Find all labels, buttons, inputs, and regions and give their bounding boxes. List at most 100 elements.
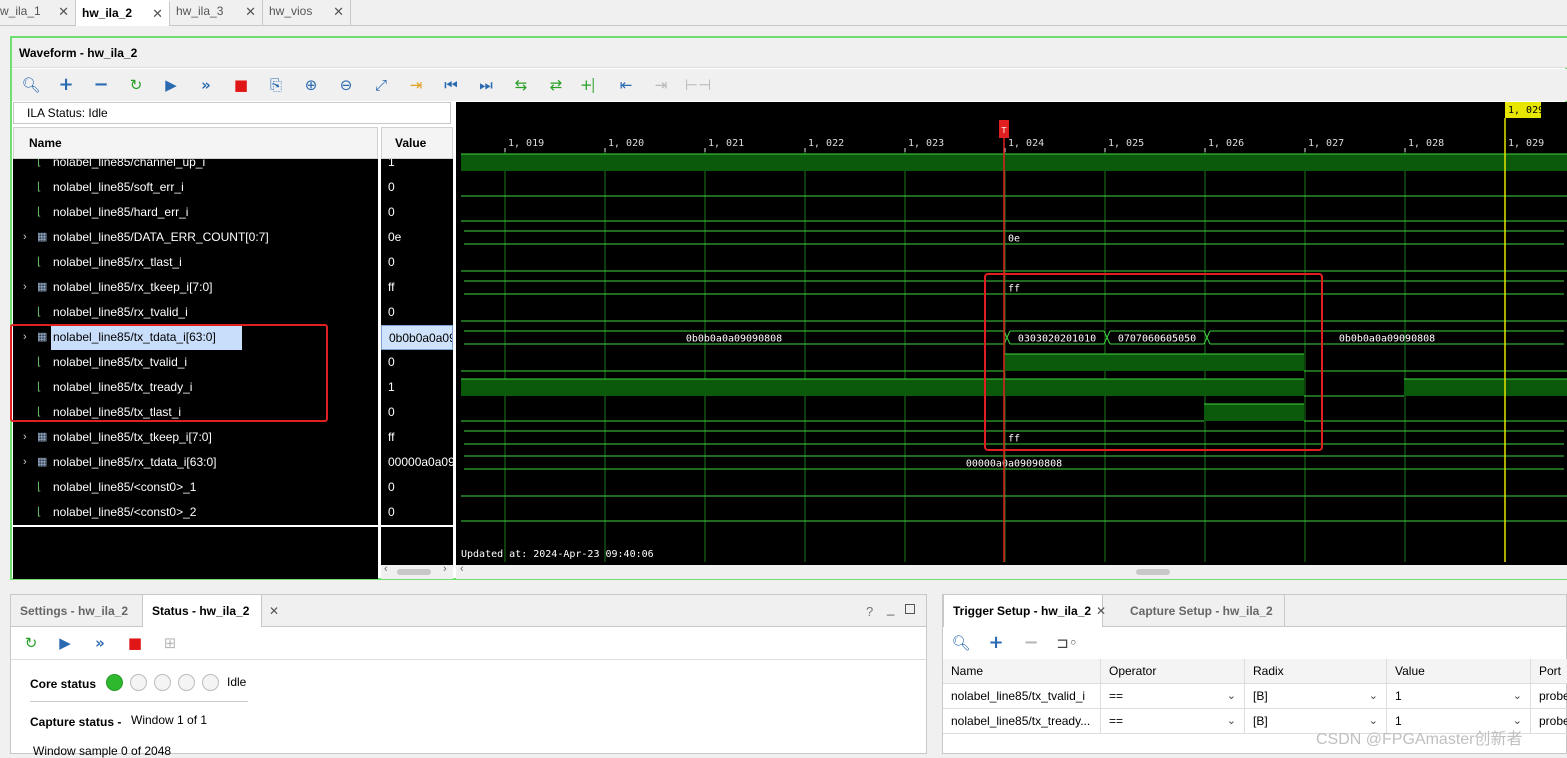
signal-row[interactable]: ⌊ nolabel_line85/hard_err_i (13, 200, 378, 225)
tab-status[interactable]: Status - hw_ila_2 ✕ (142, 595, 279, 627)
zoom-out-icon[interactable]: ⊖ (335, 75, 357, 95)
chevron-right-icon[interactable]: › (443, 563, 447, 575)
trigger-column-header[interactable]: Value (1387, 659, 1531, 684)
signal-row[interactable]: › ▦ nolabel_line85/DATA_ERR_COUNT[0:7] (13, 225, 378, 250)
signal-row[interactable]: › ▦ nolabel_line85/rx_tdata_i[63:0] (13, 450, 378, 475)
search-icon[interactable]: 🔍︎ (20, 75, 42, 95)
signal-value[interactable]: 0 (381, 300, 453, 325)
trigger-column-header[interactable]: Radix (1245, 659, 1387, 684)
signal-row[interactable]: ⌊ nolabel_line85/channel_up_i (13, 159, 378, 175)
signal-value[interactable]: 0 (381, 350, 453, 375)
chevron-left-icon[interactable]: ‹ (384, 563, 388, 575)
close-icon[interactable]: ✕ (1096, 595, 1106, 627)
chevron-right-icon[interactable]: › (23, 425, 27, 450)
refresh-icon[interactable]: ↻ (125, 75, 147, 95)
signal-value[interactable]: 0 (381, 175, 453, 200)
signal-value[interactable]: 0 (381, 250, 453, 275)
signal-row[interactable]: ⌊ nolabel_line85/rx_tlast_i (13, 250, 378, 275)
signal-row[interactable]: ⌊ nolabel_line85/<const0>_1 (13, 475, 378, 500)
go-to-cursor-icon[interactable]: ⇥ (405, 75, 427, 95)
signal-row[interactable]: ⌊ nolabel_line85/rx_tvalid_i (13, 300, 378, 325)
tab-hw-ila-1[interactable]: w_ila_1 ✕ (0, 0, 76, 26)
signal-value[interactable]: 1 (381, 159, 453, 175)
go-to-end-icon[interactable]: ⏭ (475, 75, 497, 95)
trigger-cell-value[interactable]: 1 ⌄ (1387, 684, 1531, 709)
signal-value[interactable]: 0 (381, 475, 453, 500)
close-icon[interactable]: ✕ (269, 595, 279, 627)
tab-hw-ila-3[interactable]: hw_ila_3 ✕ (170, 0, 263, 26)
signal-value[interactable]: 0 (381, 500, 453, 525)
signal-value[interactable]: 00000a0a09 (381, 450, 453, 475)
zoom-fit-icon[interactable]: ⤢ (370, 75, 392, 95)
trigger-column-header[interactable]: Name (943, 659, 1101, 684)
trigger-cell-port[interactable]: probe (1531, 684, 1567, 709)
tab-hw-ila-2[interactable]: hw_ila_2 ✕ (76, 0, 170, 26)
signal-value[interactable]: ff (381, 275, 453, 300)
trigger-column-header[interactable]: Operator (1101, 659, 1245, 684)
tab-capture-setup[interactable]: Capture Setup - hw_ila_2 (1121, 595, 1285, 627)
chevron-down-icon[interactable]: ⌄ (1227, 684, 1236, 708)
tab-settings[interactable]: Settings - hw_ila_2 (11, 595, 139, 627)
add-icon[interactable]: + (985, 633, 1007, 653)
run-trigger-icon[interactable]: ▶ (54, 633, 76, 653)
trigger-cell-radix[interactable]: [B] ⌄ (1245, 684, 1387, 709)
add-marker-icon[interactable]: +⎸ (580, 75, 608, 95)
previous-transition-icon[interactable]: ⇆ (510, 75, 532, 95)
trigger-cell-operator[interactable]: == ⌄ (1101, 684, 1245, 709)
trigger-condition-icon[interactable]: ⊐◦ (1056, 633, 1078, 653)
remove-icon[interactable]: − (90, 75, 112, 95)
search-icon[interactable]: 🔍︎ (950, 633, 972, 653)
signal-value[interactable]: 0e (381, 225, 453, 250)
signal-value[interactable]: 0 (381, 200, 453, 225)
chevron-right-icon[interactable]: › (23, 450, 27, 475)
tab-hw-vios[interactable]: hw_vios ✕ (263, 0, 351, 26)
tab-trigger-setup[interactable]: Trigger Setup - hw_ila_2 ✕ (943, 595, 1106, 627)
close-icon[interactable]: ✕ (333, 1, 344, 23)
waveform-scrollbar[interactable]: ‹ (456, 563, 1567, 579)
zoom-in-icon[interactable]: ⊕ (300, 75, 322, 95)
stop-icon[interactable]: ■ (230, 75, 252, 95)
trigger-cell-operator[interactable]: == ⌄ (1101, 709, 1245, 734)
signal-value[interactable]: 0 (381, 400, 453, 425)
value-scrollbar[interactable]: ‹ › (381, 563, 453, 579)
previous-marker-icon[interactable]: ⇤ (615, 75, 637, 95)
maximize-icon[interactable] (905, 604, 915, 614)
close-icon[interactable]: ✕ (58, 1, 69, 23)
help-icon[interactable]: ? (866, 604, 873, 619)
name-column-header[interactable]: Name (13, 127, 378, 159)
chevron-down-icon[interactable]: ⌄ (1227, 709, 1236, 733)
signal-value[interactable]: ff (381, 425, 453, 450)
scroll-thumb[interactable] (397, 569, 431, 575)
refresh-icon[interactable]: ↻ (20, 633, 42, 653)
chevron-right-icon[interactable]: › (23, 275, 27, 300)
minimize-icon[interactable]: _ (887, 601, 894, 616)
signal-row[interactable]: ⌊ nolabel_line85/soft_err_i (13, 175, 378, 200)
signal-row[interactable]: ⌊ nolabel_line85/<const0>_2 (13, 500, 378, 525)
signal-value[interactable]: 0b0b0a0a09 (381, 325, 453, 350)
signal-row[interactable]: › ▦ nolabel_line85/tx_tkeep_i[7:0] (13, 425, 378, 450)
close-icon[interactable]: ✕ (152, 3, 163, 25)
run-trigger-icon[interactable]: ▶ (160, 75, 182, 95)
waveform-canvas[interactable]: 1, 019 1, 020 1, 021 1, 022 1, 023 1, 024 1, 0… (456, 102, 1567, 565)
signal-value[interactable]: 1 (381, 375, 453, 400)
chevron-right-icon[interactable]: › (23, 225, 27, 250)
value-column-header[interactable]: Value (381, 127, 453, 159)
chevron-down-icon[interactable]: ⌄ (1369, 684, 1378, 708)
chevron-left-icon[interactable]: ‹ (460, 563, 464, 575)
signal-row[interactable]: › ▦ nolabel_line85/rx_tkeep_i[7:0] (13, 275, 378, 300)
export-icon[interactable]: ⎘ (265, 75, 287, 95)
chevron-down-icon[interactable]: ⌄ (1513, 684, 1522, 708)
stop-icon[interactable]: ■ (124, 633, 146, 653)
trigger-cell-port[interactable]: probe (1531, 709, 1567, 734)
next-transition-icon[interactable]: ⇄ (545, 75, 567, 95)
bus-value-label: 0e (1008, 234, 1020, 245)
close-icon[interactable]: ✕ (245, 1, 256, 23)
run-immediate-icon[interactable]: » (89, 633, 111, 653)
status-panel: Settings - hw_ila_2 Status - hw_ila_2 ✕ ?… (10, 594, 927, 758)
scroll-thumb[interactable] (1136, 569, 1170, 575)
trigger-column-header[interactable]: Port (1531, 659, 1567, 684)
signal-name: nolabel_line85/<const0>_1 (53, 480, 197, 494)
run-immediate-icon[interactable]: » (195, 75, 217, 95)
add-icon[interactable]: + (55, 75, 77, 95)
go-to-start-icon[interactable]: ⏮ (440, 75, 462, 95)
